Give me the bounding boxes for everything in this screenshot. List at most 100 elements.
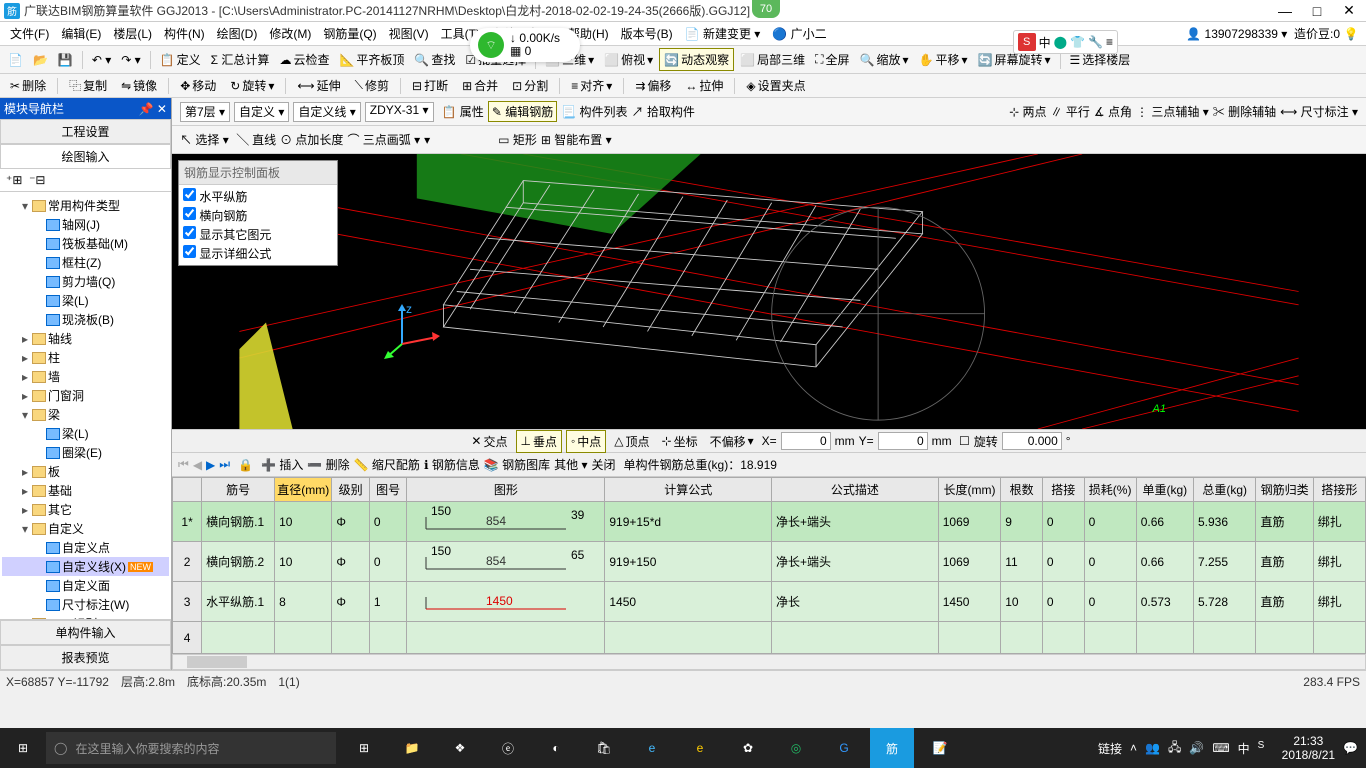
scale-rebar-button[interactable]: 📏 缩尺配筋	[354, 456, 420, 473]
tree-item[interactable]: 梁(L)	[2, 291, 169, 310]
display-option[interactable]: 横向钢筋	[183, 206, 333, 225]
offset-button[interactable]: ⇉ 偏移	[629, 75, 677, 96]
rebar-table[interactable]: 筋号直径(mm)级别图号图形计算公式公式描述长度(mm)根数搭接损耗(%)单重(…	[172, 477, 1366, 670]
x-input[interactable]	[781, 432, 831, 450]
col-header[interactable]: 搭接形	[1313, 478, 1365, 502]
rect-tool[interactable]: ▭ 矩形	[498, 131, 537, 148]
snap-vertex[interactable]: △ 顶点	[610, 431, 653, 452]
nav-first-icon[interactable]: ⏮	[178, 457, 189, 472]
edge-icon[interactable]: ⓔ	[486, 728, 530, 768]
view-pan-button[interactable]: ✋ 平移 ▾	[915, 49, 972, 70]
display-option[interactable]: 显示其它图元	[183, 225, 333, 244]
tree-item[interactable]: 框柱(Z)	[2, 253, 169, 272]
nav-last-icon[interactable]: ⏭	[219, 457, 230, 472]
menu-file[interactable]: 文件(F)	[4, 23, 55, 44]
smart-layout-tool[interactable]: ⊞ 智能布置 ▾	[541, 131, 612, 148]
mirror-button[interactable]: ⇋ 镜像	[115, 75, 163, 96]
insert-row-button[interactable]: ➕ 插入	[261, 456, 303, 473]
component-list-button[interactable]: 📃 构件列表	[561, 103, 627, 120]
trim-button[interactable]: ⟍ 修剪	[349, 75, 395, 96]
col-header[interactable]: 总重(kg)	[1193, 478, 1256, 502]
menu-rebar[interactable]: 钢筋量(Q)	[317, 23, 382, 44]
tree-item[interactable]: 尺寸标注(W)	[2, 595, 169, 614]
tree-item[interactable]: ▸基础	[2, 481, 169, 500]
tray-up-icon[interactable]: ˄	[1130, 741, 1137, 755]
collapse-all-icon[interactable]: ⁻⊟	[29, 173, 45, 187]
table-row[interactable]: 3水平纵筋.18Φ114501450净长145010000.5735.728直筋…	[173, 582, 1366, 622]
app2-icon[interactable]: ◐	[534, 728, 578, 768]
menu-component[interactable]: 构件(N)	[158, 23, 211, 44]
start-button[interactable]: ⊞	[0, 728, 46, 768]
find-button[interactable]: 🔍 查找	[410, 49, 459, 70]
tree-item[interactable]: ▸柱	[2, 348, 169, 367]
col-header[interactable]: 搭接	[1042, 478, 1084, 502]
snap-nooffset[interactable]: 不偏移 ▾	[706, 431, 758, 452]
tree-item[interactable]: ▸门窗洞	[2, 386, 169, 405]
delete-row-button[interactable]: ➖ 删除	[307, 456, 349, 473]
menu-assistant[interactable]: 🔵 广小二	[766, 23, 832, 44]
col-header[interactable]: 损耗(%)	[1084, 478, 1136, 502]
threepoint-axis-button[interactable]: ⋮ 三点辅轴 ▾	[1136, 103, 1209, 120]
tree-item[interactable]: 现浇板(B)	[2, 310, 169, 329]
expand-all-icon[interactable]: ⁺⊞	[6, 173, 22, 187]
nav-prev-icon[interactable]: ◀	[193, 458, 202, 472]
tray-ime-icon[interactable]: ⌨	[1212, 741, 1229, 755]
tree-item[interactable]: 轴网(J)	[2, 215, 169, 234]
close-button[interactable]: ✕	[1342, 4, 1356, 18]
col-header[interactable]: 长度(mm)	[938, 478, 1001, 502]
tray-volume-icon[interactable]: 🔊	[1189, 741, 1204, 755]
col-header[interactable]: 公式描述	[772, 478, 939, 502]
tree-item[interactable]: 筏板基础(M)	[2, 234, 169, 253]
view-zoom-button[interactable]: 🔍 缩放 ▾	[856, 49, 913, 70]
twopoint-button[interactable]: ⊹ 两点	[1009, 103, 1046, 120]
user-icon[interactable]: 👤	[1185, 25, 1203, 43]
tab-project-settings[interactable]: 工程设置	[0, 119, 171, 144]
component-tree[interactable]: ▾常用构件类型轴网(J)筏板基础(M)框柱(Z)剪力墙(Q)梁(L)现浇板(B)…	[0, 192, 171, 619]
floor-select[interactable]: 第7层 ▾	[180, 102, 230, 122]
tree-item[interactable]: 梁(L)	[2, 424, 169, 443]
tree-item[interactable]: ▾常用构件类型	[2, 196, 169, 215]
tray-people-icon[interactable]: 👥	[1145, 741, 1160, 755]
menu-newchange[interactable]: 📄 新建变更 ▾	[679, 23, 767, 44]
tray-sogou-icon[interactable]: S	[1258, 740, 1274, 756]
tab-report-preview[interactable]: 报表预览	[0, 645, 171, 670]
other-button[interactable]: 其他 ▾	[554, 456, 587, 473]
extend-button[interactable]: ⟷ 延伸	[291, 75, 346, 96]
tree-item[interactable]: ▸板	[2, 462, 169, 481]
rotate-input[interactable]	[1002, 432, 1062, 450]
delete-button[interactable]: ✂ 删除	[4, 75, 52, 96]
notepad-icon[interactable]: 📝	[918, 728, 962, 768]
col-header[interactable]	[173, 478, 202, 502]
new-button[interactable]: 📄	[4, 51, 27, 69]
rebar-display-panel[interactable]: 钢筋显示控制面板 水平纵筋 横向钢筋 显示其它图元 显示详细公式	[178, 160, 338, 266]
hscrollbar[interactable]	[172, 654, 1366, 670]
store-icon[interactable]: 🛍	[582, 728, 626, 768]
col-header[interactable]: 筋号	[202, 478, 275, 502]
rebar-library-button[interactable]: 📚 钢筋图库	[484, 456, 550, 473]
app1-icon[interactable]: ❖	[438, 728, 482, 768]
pin-icon[interactable]: 📌 ✕	[139, 102, 167, 116]
col-header[interactable]: 单重(kg)	[1136, 478, 1193, 502]
tree-item[interactable]: ▸其它	[2, 500, 169, 519]
merge-button[interactable]: ⊞ 合并	[456, 75, 504, 96]
system-tray[interactable]: 链接 ˄ 👥 🖧 🔊 ⌨ 中 S 21:332018/8/21 💬	[1098, 734, 1366, 763]
sum-button[interactable]: Σ 汇总计算	[207, 49, 274, 70]
col-header[interactable]: 级别	[332, 478, 370, 502]
view-top-button[interactable]: ⬜ 俯视 ▾	[600, 49, 657, 70]
tree-item[interactable]: 自定义点	[2, 538, 169, 557]
viewport-3d[interactable]: 钢筋显示控制面板 水平纵筋 横向钢筋 显示其它图元 显示详细公式 z A1	[172, 154, 1366, 429]
define-button[interactable]: 📋 定义	[156, 49, 205, 70]
ime-bar[interactable]: S 中⬤👕🔧≡	[1013, 30, 1118, 54]
minimize-button[interactable]: —	[1278, 4, 1292, 18]
col-header[interactable]: 直径(mm)	[275, 478, 332, 502]
category-select[interactable]: 自定义 ▾	[234, 102, 289, 122]
y-input[interactable]	[878, 432, 928, 450]
split-button[interactable]: ⊡ 分割	[506, 75, 554, 96]
tree-item[interactable]: 自定义面	[2, 576, 169, 595]
tray-network-icon[interactable]: 🖧	[1168, 738, 1181, 759]
pick-component-button[interactable]: ↗ 拾取构件	[632, 103, 695, 120]
ie2-icon[interactable]: e	[678, 728, 722, 768]
taskview-icon[interactable]: ⊞	[342, 728, 386, 768]
explorer-icon[interactable]: 📁	[390, 728, 434, 768]
close-table-button[interactable]: 关闭	[592, 456, 616, 473]
